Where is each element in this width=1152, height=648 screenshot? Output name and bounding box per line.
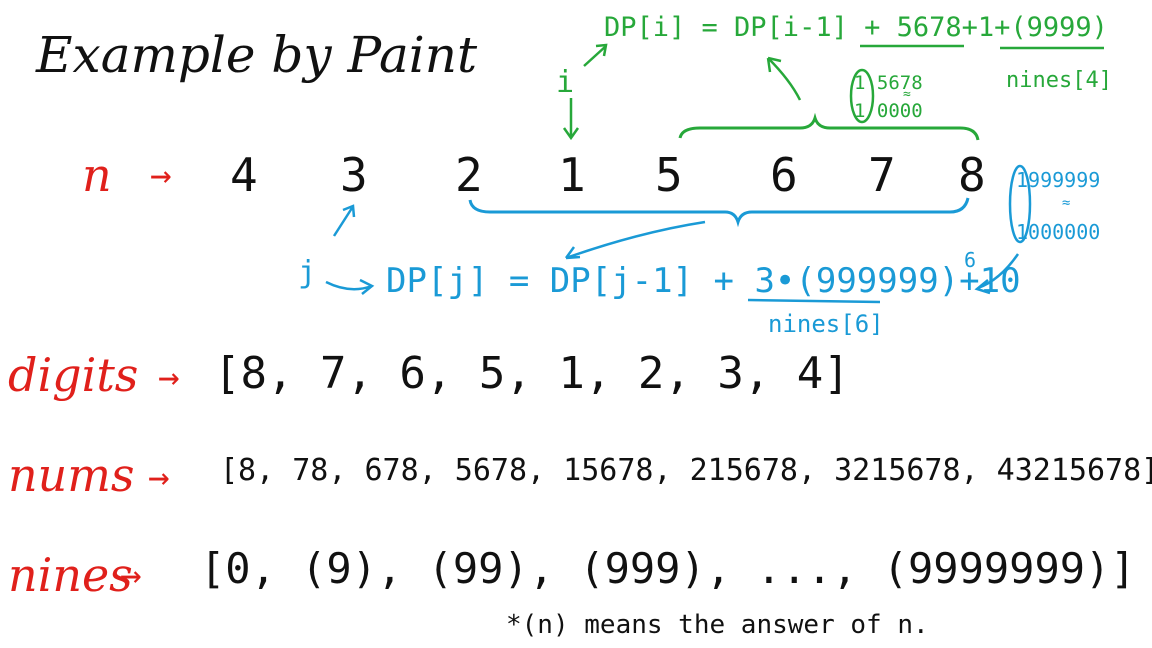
nums-label: nums <box>8 448 135 502</box>
nums-arrow: → <box>148 457 170 498</box>
nums-array: [8, 78, 678, 5678, 15678, 215678, 321567… <box>220 453 1152 488</box>
footnote: *(n) means the answer of n. <box>506 610 929 640</box>
nines-label: nines <box>8 548 133 602</box>
n-label: n <box>82 148 112 202</box>
blue-side-top: 1999999 <box>1016 168 1101 192</box>
green-i-to-dp-arrow <box>583 43 608 67</box>
blue-approx: ≈ <box>1062 195 1071 211</box>
blue-brace-arrow <box>564 220 706 260</box>
green-dp-formula: DP[i] = DP[i-1] + 5678+1+(9999) <box>604 12 1108 43</box>
green-side-bottom: 1 0000 <box>854 100 923 122</box>
n-digit: 5 <box>655 148 683 202</box>
blue-nines-ref: nines[6] <box>768 310 884 338</box>
blue-side-bottom: 1000000 <box>1016 220 1101 244</box>
green-side-top: 1 5678 <box>854 72 923 94</box>
green-i-down-arrow <box>562 98 580 141</box>
nines-arrow: → <box>120 555 142 596</box>
n-digit: 6 <box>770 148 798 202</box>
n-arrow: → <box>150 155 172 196</box>
green-nines-ref: nines[4] <box>1006 68 1112 93</box>
digits-label: digits <box>8 348 139 402</box>
whiteboard-canvas: Example by Paint n → 4 3 2 1 5 6 7 8 i D… <box>0 0 1152 648</box>
green-i-label: i <box>556 65 575 100</box>
blue-exponent: 6 <box>964 248 977 272</box>
n-digit: 2 <box>455 148 483 202</box>
digits-array: [8, 7, 6, 5, 1, 2, 3, 4] <box>214 348 850 399</box>
blue-dp-formula: DP[j] = DP[j-1] + 3•(999999)+10 <box>386 261 1021 301</box>
n-digit: 4 <box>230 148 258 202</box>
blue-j-to-dp-arrow <box>325 278 375 295</box>
n-digit: 3 <box>340 148 368 202</box>
nines-array: [0, (9), (99), (999), ..., (9999999)] <box>200 544 1136 593</box>
blue-j-up-arrow <box>332 204 356 237</box>
blue-j-label: j <box>298 255 317 290</box>
green-brace <box>678 112 980 141</box>
n-digit: 8 <box>958 148 986 202</box>
n-digit: 7 <box>868 148 896 202</box>
digits-arrow: → <box>158 357 180 398</box>
green-brace-arrow <box>766 56 802 101</box>
page-title: Example by Paint <box>36 26 478 84</box>
n-digit: 1 <box>558 148 586 202</box>
